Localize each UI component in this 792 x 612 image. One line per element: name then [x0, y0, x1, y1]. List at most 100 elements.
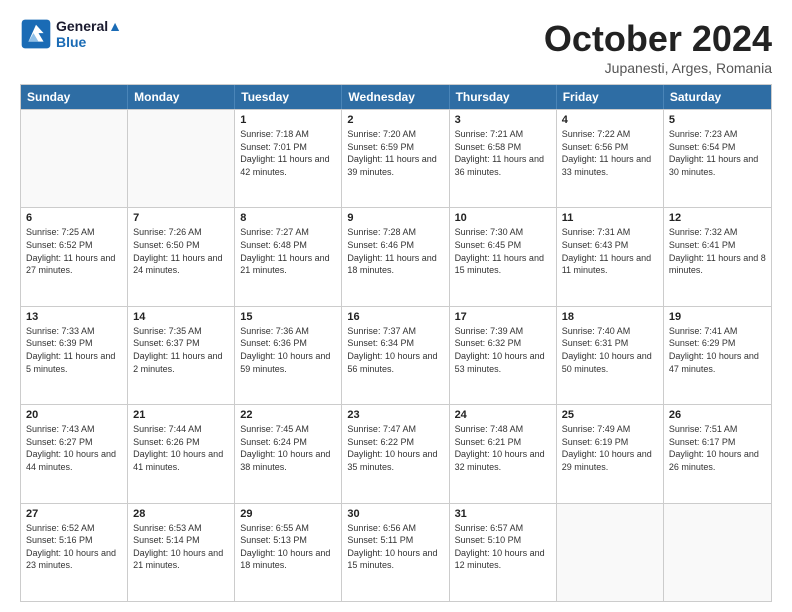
day-info: Sunrise: 7:27 AM Sunset: 6:48 PM Dayligh…	[240, 226, 336, 276]
header-day-tuesday: Tuesday	[235, 85, 342, 109]
day-number: 6	[26, 212, 122, 224]
day-info: Sunrise: 7:47 AM Sunset: 6:22 PM Dayligh…	[347, 423, 443, 473]
day-info: Sunrise: 7:45 AM Sunset: 6:24 PM Dayligh…	[240, 423, 336, 473]
cal-cell: 25 Sunrise: 7:49 AM Sunset: 6:19 PM Dayli…	[557, 405, 664, 502]
day-number: 19	[669, 311, 766, 323]
cal-cell: 23 Sunrise: 7:47 AM Sunset: 6:22 PM Dayli…	[342, 405, 449, 502]
day-number: 25	[562, 409, 658, 421]
cal-cell: 1 Sunrise: 7:18 AM Sunset: 7:01 PM Daylig…	[235, 110, 342, 207]
day-info: Sunrise: 7:26 AM Sunset: 6:50 PM Dayligh…	[133, 226, 229, 276]
cal-cell: 9Sunrise: 7:28 AM Sunset: 6:46 PM Daylig…	[342, 208, 449, 305]
day-info: Sunrise: 7:37 AM Sunset: 6:34 PM Dayligh…	[347, 325, 443, 375]
header-day-sunday: Sunday	[21, 85, 128, 109]
header-day-friday: Friday	[557, 85, 664, 109]
day-number: 17	[455, 311, 551, 323]
day-info: Sunrise: 7:21 AM Sunset: 6:58 PM Dayligh…	[455, 128, 551, 178]
day-number: 12	[669, 212, 766, 224]
cal-cell: 15Sunrise: 7:36 AM Sunset: 6:36 PM Dayli…	[235, 307, 342, 404]
week-row-4: 20 Sunrise: 7:43 AM Sunset: 6:27 PM Dayli…	[21, 404, 771, 502]
cal-cell: 28Sunrise: 6:53 AM Sunset: 5:14 PM Dayli…	[128, 504, 235, 601]
day-info: Sunrise: 7:18 AM Sunset: 7:01 PM Dayligh…	[240, 128, 336, 178]
week-row-5: 27 Sunrise: 6:52 AM Sunset: 5:16 PM Dayli…	[21, 503, 771, 601]
day-number: 20	[26, 409, 122, 421]
cal-cell: 8 Sunrise: 7:27 AM Sunset: 6:48 PM Daylig…	[235, 208, 342, 305]
logo: General▲ Blue	[20, 18, 122, 50]
calendar-body: 1 Sunrise: 7:18 AM Sunset: 7:01 PM Daylig…	[21, 109, 771, 601]
day-number: 21	[133, 409, 229, 421]
day-info: Sunrise: 7:44 AM Sunset: 6:26 PM Dayligh…	[133, 423, 229, 473]
day-info: Sunrise: 6:53 AM Sunset: 5:14 PM Dayligh…	[133, 522, 229, 572]
day-number: 7	[133, 212, 229, 224]
day-number: 27	[26, 508, 122, 520]
header: General▲ Blue October 2024 Jupanesti, Ar…	[20, 18, 772, 76]
header-day-monday: Monday	[128, 85, 235, 109]
cal-cell: 2Sunrise: 7:20 AM Sunset: 6:59 PM Daylig…	[342, 110, 449, 207]
day-number: 23	[347, 409, 443, 421]
day-number: 22	[240, 409, 336, 421]
day-info: Sunrise: 7:48 AM Sunset: 6:21 PM Dayligh…	[455, 423, 551, 473]
header-day-thursday: Thursday	[450, 85, 557, 109]
week-row-3: 13 Sunrise: 7:33 AM Sunset: 6:39 PM Dayli…	[21, 306, 771, 404]
title-block: October 2024 Jupanesti, Arges, Romania	[544, 18, 772, 76]
cal-cell: 17 Sunrise: 7:39 AM Sunset: 6:32 PM Dayli…	[450, 307, 557, 404]
day-number: 3	[455, 114, 551, 126]
cal-cell: 26 Sunrise: 7:51 AM Sunset: 6:17 PM Dayli…	[664, 405, 771, 502]
cal-cell: 19 Sunrise: 7:41 AM Sunset: 6:29 PM Dayli…	[664, 307, 771, 404]
header-day-wednesday: Wednesday	[342, 85, 449, 109]
page: General▲ Blue October 2024 Jupanesti, Ar…	[0, 0, 792, 612]
logo-text: General▲ Blue	[56, 18, 122, 50]
calendar-header: SundayMondayTuesdayWednesdayThursdayFrid…	[21, 85, 771, 109]
day-info: Sunrise: 7:41 AM Sunset: 6:29 PM Dayligh…	[669, 325, 766, 375]
day-number: 18	[562, 311, 658, 323]
week-row-2: 6 Sunrise: 7:25 AM Sunset: 6:52 PM Daylig…	[21, 207, 771, 305]
cal-cell: 3 Sunrise: 7:21 AM Sunset: 6:58 PM Daylig…	[450, 110, 557, 207]
cal-cell	[128, 110, 235, 207]
day-number: 14	[133, 311, 229, 323]
cal-cell: 20 Sunrise: 7:43 AM Sunset: 6:27 PM Dayli…	[21, 405, 128, 502]
day-info: Sunrise: 7:39 AM Sunset: 6:32 PM Dayligh…	[455, 325, 551, 375]
day-info: Sunrise: 6:57 AM Sunset: 5:10 PM Dayligh…	[455, 522, 551, 572]
cal-cell: 18 Sunrise: 7:40 AM Sunset: 6:31 PM Dayli…	[557, 307, 664, 404]
day-info: Sunrise: 7:33 AM Sunset: 6:39 PM Dayligh…	[26, 325, 122, 375]
day-info: Sunrise: 7:40 AM Sunset: 6:31 PM Dayligh…	[562, 325, 658, 375]
day-info: Sunrise: 7:32 AM Sunset: 6:41 PM Dayligh…	[669, 226, 766, 276]
cal-cell: 11Sunrise: 7:31 AM Sunset: 6:43 PM Dayli…	[557, 208, 664, 305]
cal-cell: 31 Sunrise: 6:57 AM Sunset: 5:10 PM Dayli…	[450, 504, 557, 601]
day-number: 2	[347, 114, 443, 126]
day-info: Sunrise: 7:35 AM Sunset: 6:37 PM Dayligh…	[133, 325, 229, 375]
subtitle: Jupanesti, Arges, Romania	[544, 60, 772, 76]
cal-cell: 24 Sunrise: 7:48 AM Sunset: 6:21 PM Dayli…	[450, 405, 557, 502]
cal-cell: 5Sunrise: 7:23 AM Sunset: 6:54 PM Daylig…	[664, 110, 771, 207]
day-info: Sunrise: 6:56 AM Sunset: 5:11 PM Dayligh…	[347, 522, 443, 572]
day-number: 31	[455, 508, 551, 520]
cal-cell: 27 Sunrise: 6:52 AM Sunset: 5:16 PM Dayli…	[21, 504, 128, 601]
calendar: SundayMondayTuesdayWednesdayThursdayFrid…	[20, 84, 772, 602]
day-number: 16	[347, 311, 443, 323]
day-number: 15	[240, 311, 336, 323]
day-number: 8	[240, 212, 336, 224]
day-info: Sunrise: 6:52 AM Sunset: 5:16 PM Dayligh…	[26, 522, 122, 572]
day-info: Sunrise: 7:51 AM Sunset: 6:17 PM Dayligh…	[669, 423, 766, 473]
cal-cell: 6 Sunrise: 7:25 AM Sunset: 6:52 PM Daylig…	[21, 208, 128, 305]
day-info: Sunrise: 7:49 AM Sunset: 6:19 PM Dayligh…	[562, 423, 658, 473]
cal-cell: 29Sunrise: 6:55 AM Sunset: 5:13 PM Dayli…	[235, 504, 342, 601]
cal-cell: 4 Sunrise: 7:22 AM Sunset: 6:56 PM Daylig…	[557, 110, 664, 207]
day-info: Sunrise: 7:25 AM Sunset: 6:52 PM Dayligh…	[26, 226, 122, 276]
day-info: Sunrise: 6:55 AM Sunset: 5:13 PM Dayligh…	[240, 522, 336, 572]
day-number: 24	[455, 409, 551, 421]
cal-cell	[557, 504, 664, 601]
cal-cell: 14 Sunrise: 7:35 AM Sunset: 6:37 PM Dayli…	[128, 307, 235, 404]
day-number: 26	[669, 409, 766, 421]
cal-cell: 13 Sunrise: 7:33 AM Sunset: 6:39 PM Dayli…	[21, 307, 128, 404]
day-number: 5	[669, 114, 766, 126]
cal-cell: 12 Sunrise: 7:32 AM Sunset: 6:41 PM Dayli…	[664, 208, 771, 305]
day-number: 4	[562, 114, 658, 126]
cal-cell: 10Sunrise: 7:30 AM Sunset: 6:45 PM Dayli…	[450, 208, 557, 305]
day-number: 1	[240, 114, 336, 126]
day-info: Sunrise: 7:43 AM Sunset: 6:27 PM Dayligh…	[26, 423, 122, 473]
cal-cell: 22 Sunrise: 7:45 AM Sunset: 6:24 PM Dayli…	[235, 405, 342, 502]
day-info: Sunrise: 7:22 AM Sunset: 6:56 PM Dayligh…	[562, 128, 658, 178]
day-number: 11	[562, 212, 658, 224]
day-number: 13	[26, 311, 122, 323]
day-number: 10	[455, 212, 551, 224]
